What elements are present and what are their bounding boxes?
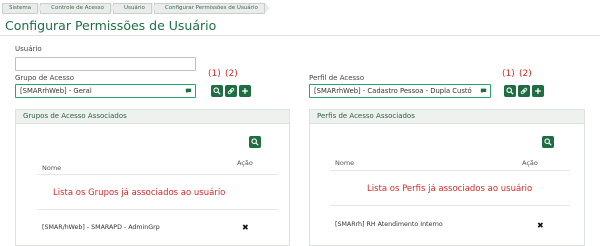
breadcrumb: Sistema Controle de Acesso Usuário Confi… bbox=[2, 3, 270, 14]
breadcrumb-item-usuario[interactable]: Usuário bbox=[112, 3, 157, 14]
search-icon bbox=[251, 138, 259, 146]
perfil-add-button[interactable] bbox=[532, 85, 544, 97]
grupos-row-divider bbox=[38, 209, 278, 210]
perfis-panel-title: Perfis de Acesso Associados bbox=[310, 110, 584, 124]
link-icon bbox=[520, 87, 528, 95]
grupo-search-button[interactable] bbox=[211, 85, 223, 97]
chat-bubble-icon bbox=[480, 88, 487, 94]
perfil-acesso-value: [SMARrhWeb] - Cadastro Pessoa - Dupla Cu… bbox=[314, 87, 472, 95]
perfis-col-nome: Nome bbox=[335, 159, 355, 167]
perfis-col-acao: Ação bbox=[522, 159, 538, 167]
table-row: [SMARrh] RH Atendimento Interno bbox=[335, 221, 443, 228]
perfis-info-text: Lista os Perfis já associados ao usuário bbox=[367, 184, 533, 194]
grupos-info-text: Lista os Grupos já associados ao usuário bbox=[53, 188, 226, 198]
grupos-col-acao: Ação bbox=[237, 159, 253, 167]
grupos-col-nome: Nome bbox=[42, 164, 62, 172]
perfil-search-button[interactable] bbox=[504, 85, 516, 97]
search-icon bbox=[506, 87, 514, 95]
usuario-label: Usuário bbox=[15, 45, 42, 53]
search-icon bbox=[544, 138, 552, 146]
perfil-acesso-label: Perfil de Acesso bbox=[309, 74, 365, 82]
usuario-input[interactable] bbox=[15, 57, 196, 71]
plus-icon bbox=[535, 88, 541, 94]
grupos-panel-search-button[interactable] bbox=[249, 136, 261, 148]
breadcrumb-item-current: Configurar Permissões de Usuário bbox=[153, 3, 270, 14]
marker-2-perfil: (2) bbox=[519, 69, 532, 79]
page-title: Configurar Permissões de Usuário bbox=[5, 18, 217, 33]
grupo-acesso-value: [SMARrhWeb] - Geral bbox=[20, 87, 92, 95]
grupo-add-button[interactable] bbox=[239, 85, 251, 97]
perfis-header-divider bbox=[330, 170, 570, 171]
plus-icon bbox=[242, 88, 248, 94]
link-icon bbox=[227, 87, 235, 95]
grupo-acesso-label: Grupo de Acesso bbox=[15, 74, 75, 82]
marker-1-grupo: (1) bbox=[208, 69, 221, 79]
grupos-header-divider bbox=[38, 174, 278, 175]
perfil-acesso-select[interactable]: [SMARrhWeb] - Cadastro Pessoa - Dupla Cu… bbox=[309, 84, 491, 98]
grupo-acesso-select[interactable]: [SMARrhWeb] - Geral bbox=[15, 84, 196, 98]
search-icon bbox=[213, 87, 221, 95]
perfil-link-button[interactable] bbox=[518, 85, 530, 97]
breadcrumb-item-sistema[interactable]: Sistema bbox=[2, 3, 44, 14]
grupos-remove-icon[interactable]: ✖ bbox=[242, 223, 249, 232]
title-divider bbox=[0, 35, 600, 36]
marker-2-grupo: (2) bbox=[225, 69, 238, 79]
grupo-link-button[interactable] bbox=[225, 85, 237, 97]
breadcrumb-item-controle-acesso[interactable]: Controle de Acesso bbox=[40, 3, 116, 14]
chat-bubble-icon bbox=[185, 88, 192, 94]
grupos-associados-panel: Grupos de Acesso Associados Nome Ação Li… bbox=[15, 109, 290, 246]
grupos-panel-title: Grupos de Acesso Associados bbox=[16, 110, 289, 124]
marker-1-perfil: (1) bbox=[502, 69, 515, 79]
perfis-remove-icon[interactable]: ✖ bbox=[537, 221, 544, 230]
table-row: [SMAR/hWeb] - SMARAPD - AdminGrp bbox=[42, 224, 160, 231]
perfis-row-divider bbox=[330, 205, 570, 206]
perfis-associados-panel: Perfis de Acesso Associados Nome Ação Li… bbox=[309, 109, 585, 246]
perfis-panel-search-button[interactable] bbox=[542, 136, 554, 148]
